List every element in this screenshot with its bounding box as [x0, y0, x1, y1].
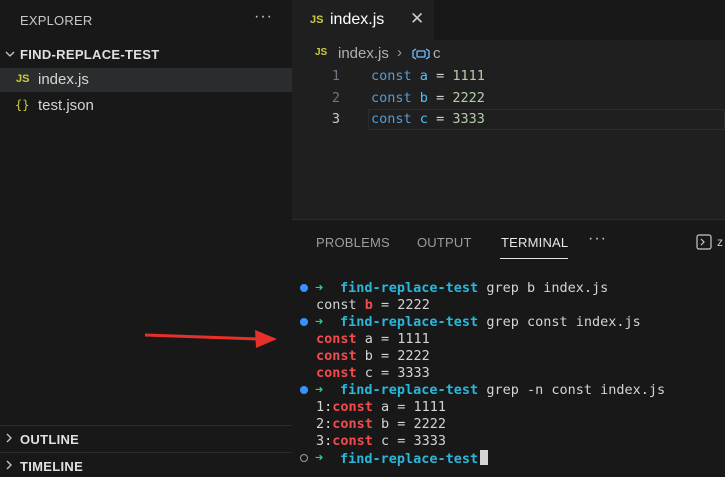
outline-label: OUTLINE — [20, 432, 80, 447]
folder-root[interactable]: FIND-REPLACE-TEST — [0, 43, 292, 65]
prompt-status-dot — [300, 318, 308, 326]
terminal-icon[interactable] — [696, 234, 712, 255]
output-line: 1:const a = 1111 — [316, 399, 447, 415]
code-line[interactable]: 1 const a = 1111 — [292, 66, 725, 88]
editor-tabbar: JS index.js ✕ — [292, 0, 725, 40]
code-text: const c = 3333 — [371, 111, 485, 127]
tab-terminal[interactable]: TERMINAL — [501, 235, 568, 250]
file-label: index.js — [38, 71, 89, 88]
output-line: 3:const c = 3333 — [316, 433, 447, 449]
match-highlight: const — [316, 365, 357, 381]
prompt-arrow: ➜ — [315, 382, 324, 398]
code-line[interactable]: 2 const b = 2222 — [292, 88, 725, 110]
output-line: 2:const b = 2222 — [316, 416, 447, 432]
bottom-panel: PROBLEMS OUTPUT TERMINAL ··· z ➜ find-re… — [292, 219, 725, 477]
code-line-current[interactable]: 3 const c = 3333 — [292, 109, 725, 131]
tab-problems[interactable]: PROBLEMS — [316, 235, 390, 250]
prompt-arrow: ➜ — [315, 314, 324, 330]
javascript-file-icon: JS — [315, 47, 328, 58]
output-line: const a = 1111 — [316, 331, 430, 347]
chevron-right-icon — [4, 433, 14, 443]
breadcrumb-file[interactable]: index.js — [338, 45, 389, 62]
line-number: 1 — [331, 68, 340, 84]
code-text: const b = 2222 — [371, 90, 485, 106]
breadcrumb-symbol[interactable]: c — [433, 45, 441, 62]
explorer-sidebar: EXPLORER ··· FIND-REPLACE-TEST JS index.… — [0, 0, 292, 477]
variable-symbol-icon — [412, 47, 430, 65]
prompt-line: ➜ find-replace-test grep const index.js — [292, 314, 725, 331]
file-item-test-json[interactable]: {} test.json — [0, 94, 292, 118]
command-text: grep const index.js — [486, 314, 641, 330]
prompt-status-dot — [300, 454, 308, 462]
prompt-status-dot — [300, 386, 308, 394]
terminal-cursor — [480, 450, 489, 465]
command-text: grep b index.js — [486, 280, 609, 296]
output-line: const b = 2222 — [316, 348, 430, 364]
prompt-line-active[interactable]: ➜ find-replace-test — [292, 450, 725, 467]
output-line: const b = 2222 — [316, 297, 430, 313]
match-highlight: const — [316, 331, 357, 347]
prompt-directory: find-replace-test — [340, 280, 479, 296]
prompt-status-dot — [300, 284, 308, 292]
line-number: 3 — [331, 111, 340, 127]
tab-label: index.js — [330, 11, 385, 28]
active-tab-indicator — [500, 258, 568, 259]
more-actions-icon[interactable]: ··· — [588, 230, 607, 248]
match-highlight: const — [332, 433, 373, 449]
output-line: const c = 3333 — [316, 365, 430, 381]
match-highlight: const — [316, 348, 357, 364]
match-highlight: b — [364, 297, 373, 313]
more-actions-icon[interactable]: ··· — [254, 8, 273, 26]
prompt-arrow: ➜ — [315, 280, 324, 296]
javascript-file-icon: JS — [16, 73, 30, 85]
prompt-directory: find-replace-test — [340, 314, 479, 330]
editor-area: JS index.js ✕ JS index.js › c 1 const a … — [292, 0, 725, 218]
json-file-icon: {} — [15, 98, 30, 112]
chevron-right-icon — [4, 460, 14, 470]
folder-label: FIND-REPLACE-TEST — [20, 47, 160, 62]
match-highlight: const — [332, 416, 373, 432]
timeline-section[interactable]: TIMELINE — [0, 452, 292, 476]
tab-index-js[interactable]: JS index.js ✕ — [292, 0, 434, 40]
close-icon[interactable]: ✕ — [410, 9, 424, 29]
timeline-label: TIMELINE — [20, 459, 84, 474]
chevron-right-icon: › — [397, 44, 402, 61]
explorer-header: EXPLORER ··· — [0, 0, 292, 40]
match-highlight: const — [332, 399, 373, 415]
file-label: test.json — [38, 97, 94, 114]
prompt-line: ➜ find-replace-test grep b index.js — [292, 280, 725, 297]
breadcrumb: JS index.js › c — [292, 43, 725, 65]
prompt-line: ➜ find-replace-test grep -n const index.… — [292, 382, 725, 399]
terminal-name-label[interactable]: z — [717, 235, 723, 249]
file-item-index-js[interactable]: JS index.js — [0, 68, 292, 92]
chevron-down-icon — [5, 49, 15, 59]
line-number: 2 — [331, 90, 340, 106]
explorer-title: EXPLORER — [20, 13, 93, 28]
code-text: const a = 1111 — [371, 68, 485, 84]
javascript-file-icon: JS — [310, 14, 324, 26]
prompt-directory: find-replace-test — [340, 382, 479, 398]
outline-section[interactable]: OUTLINE — [0, 425, 292, 449]
tab-output[interactable]: OUTPUT — [417, 235, 472, 250]
prompt-arrow: ➜ — [315, 450, 324, 466]
annotation-arrow — [144, 330, 277, 348]
command-text: grep -n const index.js — [486, 382, 666, 398]
prompt-directory: find-replace-test — [340, 451, 479, 467]
